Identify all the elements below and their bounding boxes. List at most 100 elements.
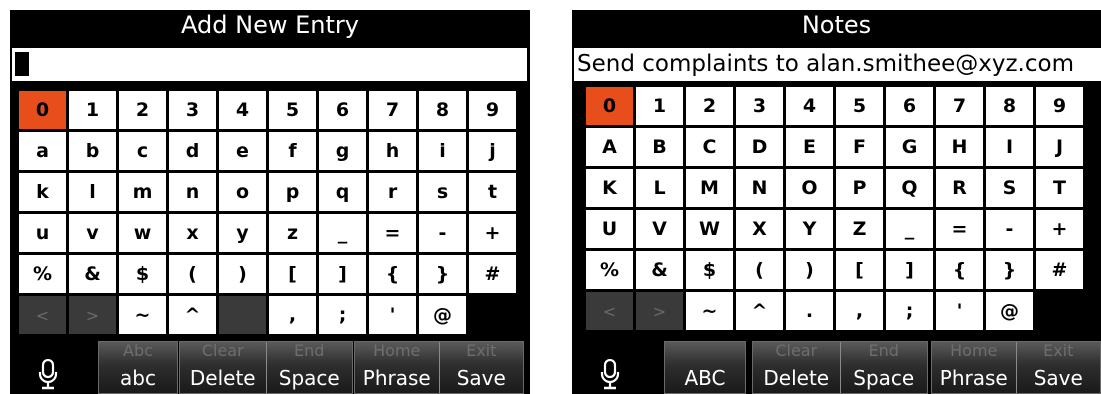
key-2-2[interactable]: M <box>686 169 733 207</box>
key-4-7[interactable]: { <box>369 255 416 293</box>
key-3-2[interactable]: w <box>119 214 166 252</box>
key-0-4[interactable]: 4 <box>219 91 266 129</box>
key-1-0[interactable]: A <box>586 128 633 166</box>
key-4-2[interactable]: $ <box>119 255 166 293</box>
key-2-4[interactable]: O <box>786 169 833 207</box>
key-0-6[interactable]: 6 <box>319 91 366 129</box>
key-1-2[interactable]: c <box>119 132 166 170</box>
softkey-save[interactable]: Exit Save <box>1017 342 1101 393</box>
key-5-3[interactable]: ^ <box>169 296 216 334</box>
key-5-6[interactable]: ; <box>319 296 366 334</box>
key-1-1[interactable]: B <box>636 128 683 166</box>
softkey-phrase[interactable]: Home Phrase <box>355 342 440 393</box>
key-2-6[interactable]: Q <box>886 169 933 207</box>
key-0-3[interactable]: 3 <box>169 91 216 129</box>
softkey-mode[interactable]: ABC <box>665 342 745 393</box>
key-3-5[interactable]: Z <box>836 210 883 248</box>
key-1-9[interactable]: J <box>1036 128 1083 166</box>
microphone-icon[interactable] <box>600 359 620 391</box>
key-4-9[interactable]: # <box>1036 251 1083 289</box>
key-2-6[interactable]: q <box>319 173 366 211</box>
key-1-3[interactable]: d <box>169 132 216 170</box>
key-2-9[interactable]: t <box>469 173 516 211</box>
key-1-0[interactable]: a <box>19 132 66 170</box>
key-4-5[interactable]: [ <box>269 255 316 293</box>
key-0-5[interactable]: 5 <box>836 87 883 125</box>
key-5-6[interactable]: ; <box>886 292 933 330</box>
key-4-3[interactable]: ( <box>169 255 216 293</box>
softkey-mode[interactable]: Abc abc <box>99 342 177 393</box>
key-1-8[interactable]: I <box>986 128 1033 166</box>
key-3-4[interactable]: y <box>219 214 266 252</box>
key-2-8[interactable]: s <box>419 173 466 211</box>
softkey-save[interactable]: Exit Save <box>440 342 524 393</box>
key-0-4[interactable]: 4 <box>786 87 833 125</box>
key-1-3[interactable]: D <box>736 128 783 166</box>
key-5-8[interactable]: @ <box>419 296 466 334</box>
key-3-8[interactable]: - <box>419 214 466 252</box>
key-0-7[interactable]: 7 <box>936 87 983 125</box>
key-4-6[interactable]: ] <box>319 255 366 293</box>
softkey-delete[interactable]: Clear Delete <box>180 342 267 393</box>
key-1-6[interactable]: G <box>886 128 933 166</box>
key-0-6[interactable]: 6 <box>886 87 933 125</box>
key-4-0[interactable]: % <box>19 255 66 293</box>
key-5-2[interactable]: ~ <box>686 292 733 330</box>
key-1-4[interactable]: E <box>786 128 833 166</box>
key-1-5[interactable]: f <box>269 132 316 170</box>
key-4-6[interactable]: ] <box>886 251 933 289</box>
key-3-7[interactable]: = <box>936 210 983 248</box>
key-4-0[interactable]: % <box>586 251 633 289</box>
softkey-space[interactable]: End Space <box>267 342 353 393</box>
key-5-5[interactable]: , <box>836 292 883 330</box>
key-2-0[interactable]: k <box>19 173 66 211</box>
key-4-4[interactable]: ) <box>219 255 266 293</box>
key-5-8[interactable]: @ <box>986 292 1033 330</box>
key-0-2[interactable]: 2 <box>686 87 733 125</box>
key-3-1[interactable]: V <box>636 210 683 248</box>
key-0-3[interactable]: 3 <box>736 87 783 125</box>
softkey-space[interactable]: End Space <box>841 342 928 393</box>
key-3-2[interactable]: W <box>686 210 733 248</box>
key-0-1[interactable]: 1 <box>636 87 683 125</box>
key-3-9[interactable]: + <box>469 214 516 252</box>
key-1-4[interactable]: e <box>219 132 266 170</box>
key-4-1[interactable]: & <box>636 251 683 289</box>
key-5-7[interactable]: ' <box>369 296 416 334</box>
key-0-1[interactable]: 1 <box>69 91 116 129</box>
softkey-delete[interactable]: Clear Delete <box>753 342 841 393</box>
key-4-9[interactable]: # <box>469 255 516 293</box>
key-4-8[interactable]: } <box>419 255 466 293</box>
key-4-8[interactable]: } <box>986 251 1033 289</box>
key-5-4[interactable]: . <box>786 292 833 330</box>
key-0-9[interactable]: 9 <box>469 91 516 129</box>
key-2-1[interactable]: L <box>636 169 683 207</box>
key-2-2[interactable]: m <box>119 173 166 211</box>
key-1-8[interactable]: i <box>419 132 466 170</box>
key-2-3[interactable]: N <box>736 169 783 207</box>
key-3-5[interactable]: z <box>269 214 316 252</box>
key-3-6[interactable]: _ <box>886 210 933 248</box>
key-4-5[interactable]: [ <box>836 251 883 289</box>
key-5-3[interactable]: ^ <box>736 292 783 330</box>
key-1-6[interactable]: g <box>319 132 366 170</box>
key-1-2[interactable]: C <box>686 128 733 166</box>
key-0-8[interactable]: 8 <box>986 87 1033 125</box>
key-2-4[interactable]: o <box>219 173 266 211</box>
key-2-5[interactable]: P <box>836 169 883 207</box>
microphone-icon[interactable] <box>38 359 58 391</box>
key-0-7[interactable]: 7 <box>369 91 416 129</box>
key-3-0[interactable]: u <box>19 214 66 252</box>
key-3-7[interactable]: = <box>369 214 416 252</box>
key-1-5[interactable]: F <box>836 128 883 166</box>
key-0-0[interactable]: 0 <box>19 91 66 129</box>
key-0-8[interactable]: 8 <box>419 91 466 129</box>
key-3-4[interactable]: Y <box>786 210 833 248</box>
key-1-7[interactable]: h <box>369 132 416 170</box>
key-0-5[interactable]: 5 <box>269 91 316 129</box>
key-3-0[interactable]: U <box>586 210 633 248</box>
key-1-9[interactable]: j <box>469 132 516 170</box>
key-2-3[interactable]: n <box>169 173 216 211</box>
key-3-8[interactable]: - <box>986 210 1033 248</box>
softkey-phrase[interactable]: Home Phrase <box>932 342 1017 393</box>
